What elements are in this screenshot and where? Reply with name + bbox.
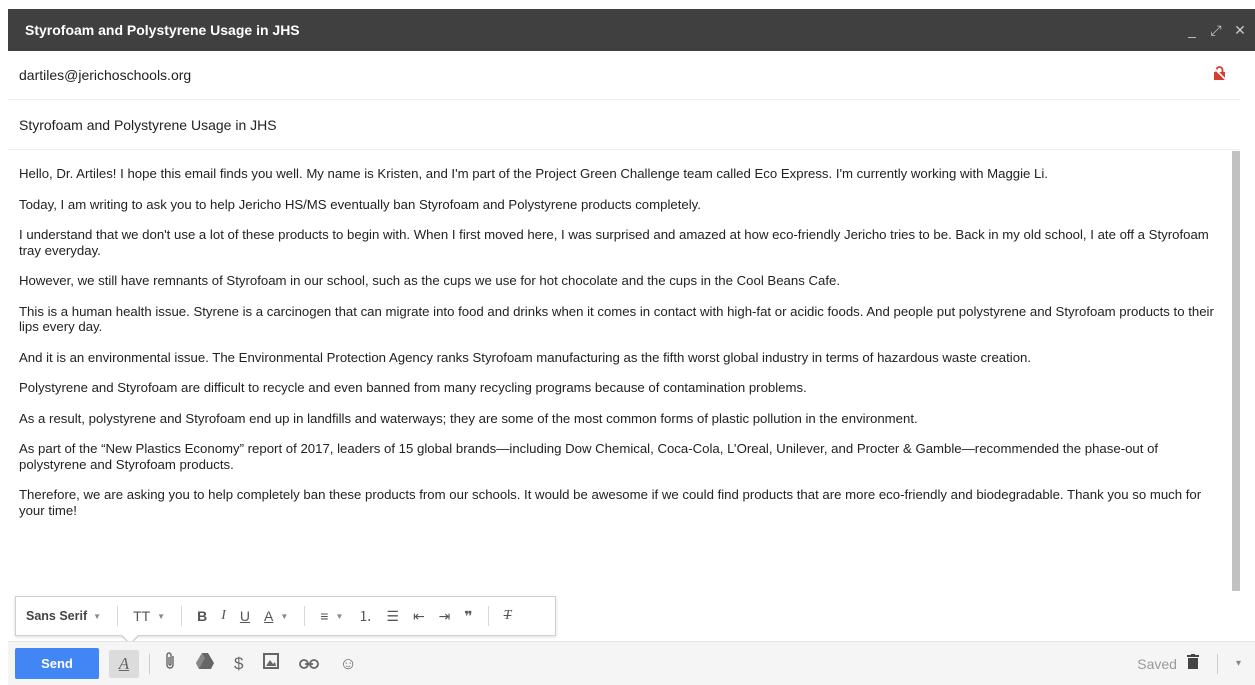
toolbar-divider [181,606,183,626]
bottom-divider [1216,653,1218,674]
insert-photo-icon[interactable] [263,653,280,674]
message-body[interactable]: Hello, Dr. Artiles! I hope this email fi… [8,151,1240,591]
message-paragraphs[interactable]: Hello, Dr. Artiles! I hope this email fi… [8,166,1240,518]
send-button[interactable]: Send [15,648,99,679]
trash-icon[interactable] [1186,653,1199,674]
bold-icon[interactable]: B [197,608,207,624]
lock-icon[interactable] [1212,66,1227,84]
close-icon[interactable]: ✕ [1229,22,1251,39]
to-field[interactable]: dartiles@jerichoschools.org [8,51,1240,100]
toolbar-divider [117,606,119,626]
body-paragraph: As a result, polystyrene and Styrofoam e… [19,410,918,426]
body-paragraph: Today, I am writing to ask you to help J… [19,196,701,212]
font-size-icon[interactable]: TT [133,608,150,624]
chevron-down-icon[interactable]: ▼ [93,612,101,621]
toolbar-divider [304,606,306,626]
window-controls: _ ⤢ ✕ [1181,22,1251,39]
subject-field[interactable]: Styrofoam and Polystyrene Usage in JHS [8,101,1240,150]
body-paragraph: This is a human health issue. Styrene is… [19,303,1214,335]
bottom-divider [149,653,150,674]
formatting-options-icon[interactable]: A [109,649,139,678]
font-family-select[interactable]: Sans Serif [26,609,87,623]
italic-icon[interactable]: I [221,608,226,624]
saved-status: Saved [1137,655,1177,672]
remove-formatting-icon[interactable]: T [504,608,512,624]
chevron-down-icon[interactable]: ▼ [280,612,288,621]
window-title: Styrofoam and Polystyrene Usage in JHS [25,22,300,38]
money-icon[interactable]: $ [234,654,243,674]
body-paragraph: And it is an environmental issue. The En… [19,349,1032,365]
underline-icon[interactable]: U [240,608,250,624]
body-paragraph: Therefore, we are asking you to help com… [19,487,1202,518]
chevron-down-icon[interactable]: ▼ [335,612,343,621]
indent-less-icon[interactable]: ⇤ [413,608,425,625]
chevron-down-icon[interactable]: ▼ [157,612,165,621]
scrollbar-thumb[interactable] [1232,151,1240,591]
more-options-icon[interactable]: ▾ [1236,658,1241,669]
emoji-icon[interactable]: ☺ [339,654,356,674]
body-paragraph: However, we still have remnants of Styro… [19,273,840,288]
bulleted-list-icon[interactable]: ☰ [386,608,399,625]
text-color-icon[interactable]: A [264,608,273,624]
body-paragraph: Polystyrene and Styrofoam are difficult … [19,380,807,395]
insert-link-icon[interactable] [299,654,320,674]
attach-file-icon[interactable] [164,652,176,675]
quote-icon[interactable]: ❞ [464,608,472,625]
compose-titlebar: Styrofoam and Polystyrene Usage in JHS _… [8,9,1255,51]
compose-bottom-bar: Send A $ ☺ Saved ▾ [8,641,1255,685]
body-paragraph: Hello, Dr. Artiles! I hope this email fi… [19,166,1048,181]
toolbar-divider [487,606,489,626]
body-paragraph: I understand that we don't use a lot of … [19,227,1209,258]
align-icon[interactable]: ≡ [320,608,328,624]
minimize-icon[interactable]: _ [1181,22,1203,39]
body-paragraph: As part of the “New Plastics Economy” re… [19,441,1159,472]
body-scrollbar[interactable] [1232,151,1240,591]
formatting-toolbar: Sans Serif ▼ TT ▼ B I U A ▼ ≡ ▼ ⒈ ☰ ⇤ ⇥ … [15,596,556,636]
to-value[interactable]: dartiles@jerichoschools.org [19,67,1213,83]
google-drive-icon[interactable] [196,653,214,674]
subject-value[interactable]: Styrofoam and Polystyrene Usage in JHS [19,117,1240,133]
popout-icon[interactable]: ⤢ [1205,22,1227,39]
indent-more-icon[interactable]: ⇥ [439,608,451,625]
numbered-list-icon[interactable]: ⒈ [358,606,372,626]
